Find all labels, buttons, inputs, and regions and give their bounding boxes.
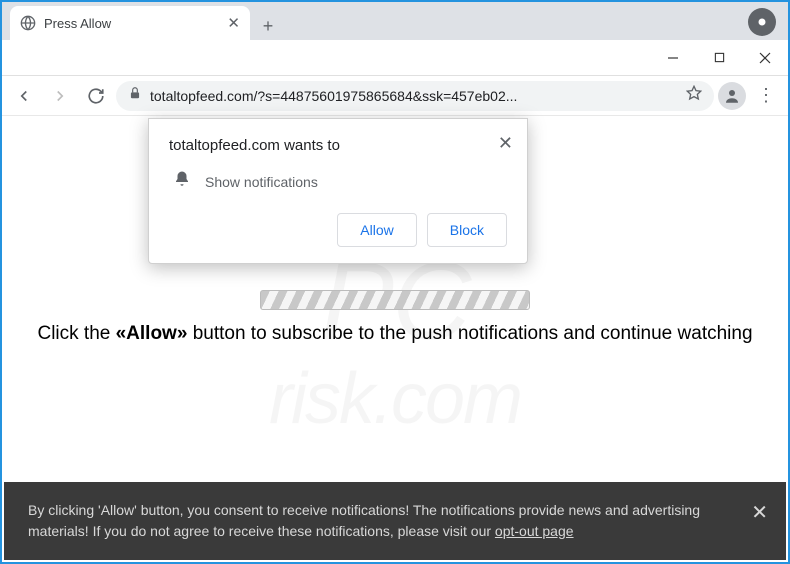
consent-text: By clicking 'Allow' button, you consent … — [28, 502, 700, 539]
toolbar: totaltopfeed.com/?s=44875601975865684&ss… — [2, 76, 788, 116]
tab-title: Press Allow — [44, 16, 219, 31]
profile-avatar[interactable] — [718, 82, 746, 110]
permission-buttons: Allow Block — [169, 213, 507, 247]
permission-title: totaltopfeed.com wants to — [169, 137, 507, 154]
back-button[interactable] — [8, 80, 40, 112]
watermark-text-2: risk.com — [269, 358, 521, 440]
minimize-button[interactable] — [650, 41, 696, 75]
consent-banner: ✕ By clicking 'Allow' button, you consen… — [4, 482, 786, 560]
instruction-post: button to subscribe to the push notifica… — [187, 323, 752, 344]
tab-bar: Press Allow ✕ + — [2, 2, 788, 40]
permission-dialog: ✕ totaltopfeed.com wants to Show notific… — [148, 118, 528, 264]
permission-text: Show notifications — [205, 174, 318, 190]
loading-bar — [260, 290, 530, 310]
bookmark-star-icon[interactable] — [686, 85, 702, 106]
new-tab-button[interactable]: + — [254, 12, 282, 40]
forward-button[interactable] — [44, 80, 76, 112]
address-bar[interactable]: totaltopfeed.com/?s=44875601975865684&ss… — [116, 81, 714, 111]
page-content: PC risk.com Click the «Allow» button to … — [4, 118, 786, 560]
permission-row: Show notifications — [169, 170, 507, 193]
dialog-close-icon[interactable]: ✕ — [498, 133, 513, 154]
browser-window: Press Allow ✕ + totaltopfeed.com/?s=4487… — [0, 0, 790, 564]
browser-tab[interactable]: Press Allow ✕ — [10, 6, 250, 40]
opt-out-link[interactable]: opt-out page — [495, 523, 574, 539]
instruction-text: Click the «Allow» button to subscribe to… — [4, 323, 786, 345]
instruction-bold: «Allow» — [116, 323, 188, 344]
reload-button[interactable] — [80, 80, 112, 112]
tab-close-icon[interactable]: ✕ — [227, 14, 240, 32]
globe-icon — [20, 15, 36, 31]
window-titlebar — [2, 40, 788, 76]
allow-button[interactable]: Allow — [337, 213, 416, 247]
maximize-button[interactable] — [696, 41, 742, 75]
url-text: totaltopfeed.com/?s=44875601975865684&ss… — [150, 88, 678, 104]
banner-close-icon[interactable]: ✕ — [751, 498, 768, 528]
bell-icon — [173, 170, 191, 193]
chrome-menu-icon[interactable]: ⋮ — [750, 80, 782, 112]
instruction-pre: Click the — [37, 323, 115, 344]
lock-icon[interactable] — [128, 86, 142, 105]
block-button[interactable]: Block — [427, 213, 507, 247]
close-button[interactable] — [742, 41, 788, 75]
profile-indicator-icon[interactable] — [748, 8, 776, 36]
